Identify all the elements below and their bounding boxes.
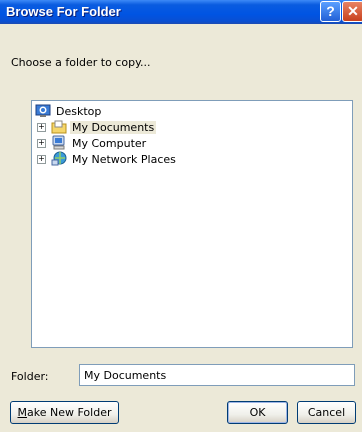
tree-item-label: My Network Places — [72, 152, 176, 166]
title-bar[interactable]: Browse For Folder ? ✕ — [0, 0, 362, 24]
my-computer-icon — [52, 135, 65, 150]
tree-item-my-computer[interactable]: + My Computer — [37, 135, 148, 151]
folder-input[interactable] — [79, 364, 355, 386]
tree-item-label: My Computer — [72, 136, 147, 150]
expand-icon[interactable]: + — [37, 138, 46, 148]
make-new-folder-accel: M — [17, 406, 28, 419]
tree-item-label: Desktop — [56, 104, 102, 118]
expand-icon[interactable]: + — [37, 154, 46, 164]
my-documents-folder-icon — [51, 120, 67, 134]
tree-item-my-network-places[interactable]: + My Network Places — [37, 151, 178, 167]
tree-item-desktop[interactable]: Desktop — [35, 103, 103, 119]
ok-button[interactable]: OK — [227, 401, 288, 424]
folder-tree[interactable]: Desktop + My Documents + My Computer + M… — [31, 100, 353, 348]
make-new-folder-button[interactable]: Make New Folder — [10, 401, 119, 424]
make-new-folder-label: ake New Folder — [27, 406, 112, 419]
folder-field-label: Folder: — [11, 370, 49, 383]
cancel-button[interactable]: Cancel — [297, 401, 356, 424]
close-button[interactable]: ✕ — [342, 1, 362, 22]
tree-item-label: My Documents — [70, 120, 157, 134]
network-places-icon — [51, 151, 67, 166]
tree-item-my-documents[interactable]: + My Documents — [37, 119, 157, 135]
window-title: Browse For Folder — [6, 4, 121, 19]
expand-icon[interactable]: + — [37, 122, 46, 132]
help-button[interactable]: ? — [320, 1, 341, 22]
desktop-icon — [35, 104, 51, 117]
prompt-text: Choose a folder to copy... — [11, 56, 151, 69]
